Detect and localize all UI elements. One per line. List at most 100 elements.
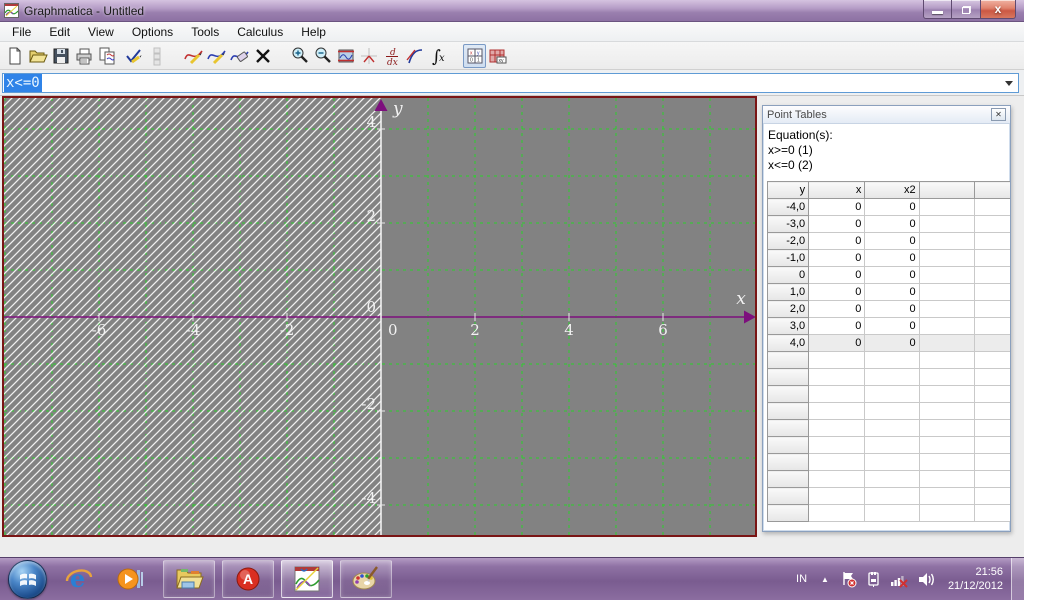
menu-edit[interactable]: Edit	[40, 23, 79, 41]
save-icon	[53, 48, 68, 63]
table-cell	[973, 334, 1010, 352]
table-cell	[918, 232, 975, 250]
graph-area[interactable]: -6 -4 -2 0 2 4 6 4 2 0 -2 -4 x y	[2, 96, 757, 537]
table-cell	[808, 470, 866, 488]
open-file-button[interactable]	[26, 44, 49, 68]
combo-dropdown-arrow-icon[interactable]	[1005, 81, 1013, 86]
table-cell	[973, 419, 1010, 437]
tray-clock[interactable]: 21:56 21/12/2012	[948, 565, 1003, 593]
edit-equation-button[interactable]	[122, 44, 145, 68]
row-header-cell: -4,0	[766, 198, 810, 216]
table-cell	[918, 215, 975, 233]
column-header-cell	[973, 181, 1010, 199]
svg-text:2: 2	[366, 207, 376, 225]
new-file-button[interactable]	[3, 44, 26, 68]
menu-file[interactable]: File	[3, 23, 40, 41]
volume-speaker-icon[interactable]	[917, 571, 935, 588]
table-row	[766, 368, 1010, 386]
table-row: -2,0 0 0	[766, 232, 1010, 250]
clear-screen-button[interactable]	[251, 44, 274, 68]
table-cell: 0	[864, 249, 920, 267]
point-tables-close-button[interactable]: ✕	[991, 108, 1006, 121]
menu-calculus[interactable]: Calculus	[228, 23, 292, 41]
row-header-cell: 1,0	[766, 283, 810, 301]
row-header-cell	[766, 470, 810, 488]
grid-range-button[interactable]	[334, 44, 357, 68]
derivative-button[interactable]: d dx	[380, 44, 403, 68]
hidden-icons-chevron[interactable]: ▲	[821, 575, 829, 584]
menu-options[interactable]: Options	[123, 23, 182, 41]
zoom-in-button[interactable]	[288, 44, 311, 68]
graphmatica-taskbar-icon	[294, 566, 320, 592]
point-tables-titlebar[interactable]: Point Tables ✕	[763, 106, 1010, 124]
table-cell: 0	[864, 317, 920, 335]
folder-icon	[176, 569, 204, 589]
menu-view[interactable]: View	[79, 23, 123, 41]
grid-range-icon	[337, 49, 354, 62]
show-desktop-button[interactable]	[1011, 557, 1024, 600]
table-cell	[973, 283, 1010, 301]
row-header-cell	[766, 504, 810, 522]
main-area: -6 -4 -2 0 2 4 6 4 2 0 -2 -4 x y Point Tables ✕ Equat…	[0, 96, 1024, 557]
table-cell	[973, 266, 1010, 284]
menu-help[interactable]: Help	[292, 23, 335, 41]
default-range-button[interactable]	[357, 44, 380, 68]
print-icon	[76, 48, 91, 64]
table-cell	[918, 402, 975, 420]
menu-tools[interactable]: Tools	[182, 23, 228, 41]
copy-icon	[99, 47, 114, 64]
erase-graph-button[interactable]	[228, 44, 251, 68]
equation-input-value: x<=0	[4, 74, 42, 92]
table-row: 3,0 0 0	[766, 317, 1010, 335]
save-file-button[interactable]	[49, 44, 72, 68]
row-header-cell: -3,0	[766, 215, 810, 233]
table-cell	[808, 453, 866, 471]
draw-graph-button[interactable]	[182, 44, 205, 68]
table-cell	[808, 436, 866, 454]
close-button[interactable]: x	[981, 0, 1016, 19]
row-header-cell: 0	[766, 266, 810, 284]
taskbar-paint[interactable]	[340, 560, 392, 598]
taskbar-red-a-app[interactable]: A	[222, 560, 274, 598]
column-header-cell: y	[766, 181, 810, 199]
table-cell	[808, 402, 866, 420]
new-file-icon	[9, 47, 20, 64]
derivative-icon: ddx	[385, 48, 398, 66]
minimize-button[interactable]	[923, 0, 952, 19]
annotations-icon: xy	[489, 49, 507, 64]
table-cell	[973, 232, 1010, 250]
equation-input[interactable]: x<=0	[2, 73, 1019, 93]
dot-plot-button	[145, 44, 168, 68]
action-center-flag-icon[interactable]	[841, 571, 857, 588]
zoom-out-button[interactable]	[311, 44, 334, 68]
annotations-button[interactable]: xy	[486, 44, 509, 68]
table-cell	[918, 249, 975, 267]
red-a-app-icon: A	[236, 567, 260, 591]
start-button[interactable]	[8, 559, 47, 599]
taskbar-graphmatica[interactable]	[281, 560, 333, 598]
row-header-cell	[766, 436, 810, 454]
redraw-graph-button[interactable]	[205, 44, 228, 68]
tangent-button[interactable]	[403, 44, 426, 68]
table-cell	[973, 470, 1010, 488]
table-cell	[973, 436, 1010, 454]
power-plug-icon[interactable]	[866, 571, 881, 588]
table-row	[766, 504, 1010, 522]
open-folder-icon	[28, 50, 48, 62]
taskbar-internet-explorer[interactable]: e	[59, 560, 99, 598]
erase-graph-icon	[230, 51, 249, 62]
print-button[interactable]	[72, 44, 95, 68]
integrate-button[interactable]: ∫ x	[426, 44, 449, 68]
taskbar-windows-explorer[interactable]	[163, 560, 215, 598]
language-indicator[interactable]: IN	[796, 573, 807, 585]
restore-button[interactable]	[952, 0, 981, 19]
copy-button[interactable]	[95, 44, 118, 68]
svg-text:6: 6	[658, 321, 668, 339]
title-bar[interactable]: Graphmatica - Untitled x	[0, 0, 1024, 22]
point-tables-button[interactable]: xy01	[463, 43, 486, 68]
internet-explorer-icon: e	[65, 565, 93, 593]
network-status-icon[interactable]	[890, 571, 908, 588]
taskbar-media-player[interactable]	[111, 560, 151, 598]
table-cell	[918, 300, 975, 318]
zoom-in-icon	[292, 47, 308, 63]
